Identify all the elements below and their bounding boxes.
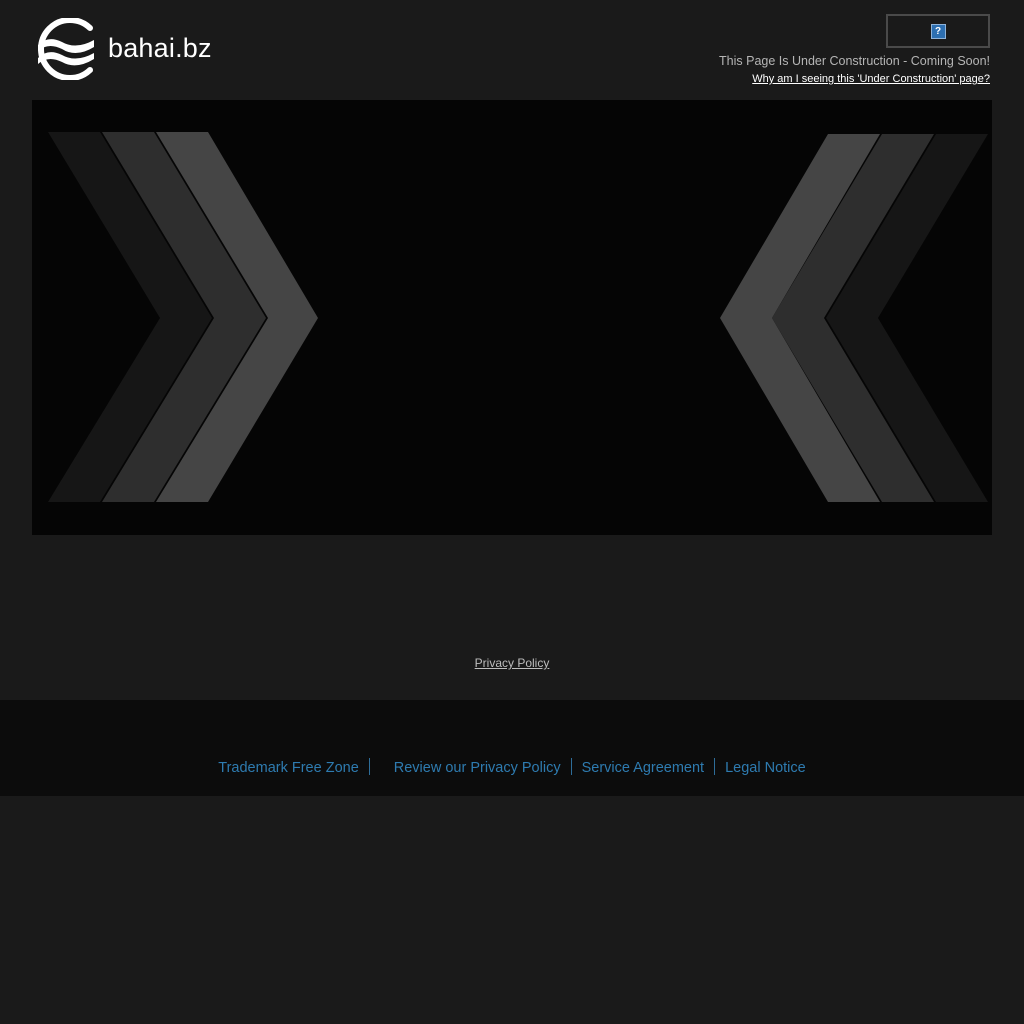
footer-links: Trademark Free Zone Review our Privacy Po… (0, 758, 1024, 776)
site-name[interactable]: bahai.bz (108, 33, 212, 64)
footer-separator (368, 758, 370, 776)
footer-link-review-privacy-policy[interactable]: Review our Privacy Policy (384, 760, 571, 776)
waves-logo-icon[interactable] (32, 18, 96, 80)
help-button[interactable]: ? (886, 14, 990, 48)
footer-link-service-agreement[interactable]: Service Agreement (572, 760, 715, 776)
header: bahai.bz ? This Page Is Under Constructi… (0, 0, 1024, 100)
question-mark-icon: ? (930, 23, 946, 39)
why-under-construction-link[interactable]: Why am I seeing this 'Under Construction… (752, 73, 990, 85)
banner-graphic (48, 132, 988, 502)
chevrons-right-icon (48, 132, 318, 502)
banner (32, 100, 992, 535)
footer-link-legal-notice[interactable]: Legal Notice (715, 760, 816, 776)
footer: Trademark Free Zone Review our Privacy Po… (0, 700, 1024, 796)
footer-link-trademark-free-zone[interactable]: Trademark Free Zone (208, 760, 368, 776)
chevrons-left-icon (720, 134, 988, 502)
privacy-policy-link[interactable]: Privacy Policy (0, 656, 1024, 670)
under-construction-notice: This Page Is Under Construction - Coming… (719, 54, 990, 68)
